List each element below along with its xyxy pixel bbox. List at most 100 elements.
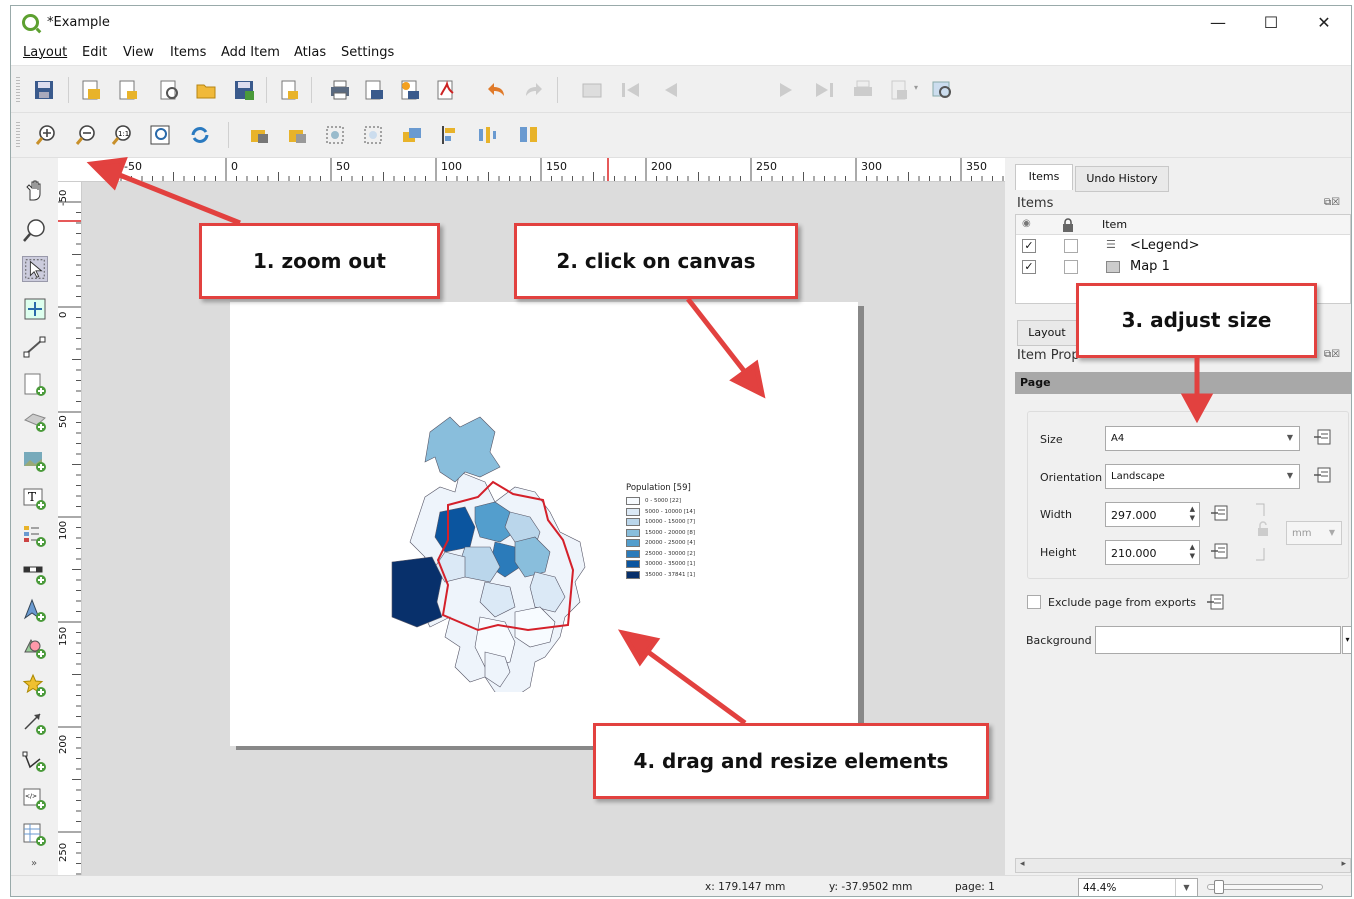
zoom-combo[interactable]: 44.4% ▼ bbox=[1078, 878, 1198, 896]
data-defined-override-icon[interactable] bbox=[1209, 542, 1233, 562]
tab-items[interactable]: Items bbox=[1015, 164, 1073, 190]
add-north-arrow-icon[interactable] bbox=[22, 598, 48, 624]
duplicate-layout-icon[interactable] bbox=[117, 79, 139, 101]
menu-layout[interactable]: Layout bbox=[23, 45, 67, 60]
new-layout-icon[interactable] bbox=[80, 79, 102, 101]
pan-icon[interactable] bbox=[22, 178, 48, 204]
add-polyline-icon[interactable] bbox=[22, 748, 48, 774]
add-scalebar-icon[interactable] bbox=[22, 561, 48, 587]
export-pdf-icon[interactable] bbox=[435, 79, 457, 101]
map-legend[interactable]: Population [59] 0 - 5000 [22] 5000 - 1000… bbox=[626, 483, 736, 580]
atlas-settings-icon[interactable] bbox=[931, 79, 953, 101]
print-atlas-icon[interactable] bbox=[852, 79, 874, 101]
minimize-button[interactable]: — bbox=[1206, 12, 1230, 34]
layout-page[interactable]: Population [59] 0 - 5000 [22] 5000 - 1000… bbox=[230, 302, 858, 746]
zoom-out-icon[interactable] bbox=[75, 124, 97, 146]
chevron-down-icon[interactable]: ▾ bbox=[1342, 626, 1351, 654]
atlas-preview-icon[interactable] bbox=[581, 79, 603, 101]
maximize-button[interactable]: ☐ bbox=[1259, 12, 1283, 34]
legend-lock-checkbox[interactable] bbox=[1064, 239, 1078, 253]
save-icon[interactable] bbox=[33, 79, 55, 101]
zoom-actual-icon[interactable]: 1:1 bbox=[111, 124, 133, 146]
add-legend-icon[interactable] bbox=[22, 523, 48, 549]
refresh-icon[interactable] bbox=[189, 124, 211, 146]
more-tools-icon[interactable]: » bbox=[31, 858, 37, 869]
move-content-icon[interactable] bbox=[22, 296, 48, 322]
select-move-icon[interactable] bbox=[22, 256, 48, 282]
width-spinbox[interactable]: 297.000 ▲ ▼ bbox=[1105, 502, 1200, 527]
first-feature-icon[interactable] bbox=[619, 79, 641, 101]
ungroup-items-icon[interactable] bbox=[362, 124, 384, 146]
add-3d-map-icon[interactable] bbox=[22, 408, 48, 434]
print-icon[interactable] bbox=[329, 79, 351, 101]
export-svg-icon[interactable] bbox=[399, 79, 421, 101]
group-items-icon[interactable] bbox=[324, 124, 346, 146]
map-lock-checkbox[interactable] bbox=[1064, 260, 1078, 274]
open-template-icon[interactable] bbox=[195, 79, 217, 101]
size-combo[interactable]: A4 ▼ bbox=[1105, 426, 1300, 451]
orientation-combo[interactable]: Landscape ▼ bbox=[1105, 464, 1300, 489]
resize-items-icon[interactable] bbox=[518, 124, 540, 146]
page-setup-icon[interactable] bbox=[278, 79, 300, 101]
lock-items-icon[interactable] bbox=[249, 124, 271, 146]
menu-settings[interactable]: Settings bbox=[341, 45, 394, 60]
menu-add-item[interactable]: Add Item bbox=[221, 45, 280, 60]
redo-icon[interactable] bbox=[522, 79, 544, 101]
export-atlas-dropdown-icon[interactable]: ▾ bbox=[914, 83, 918, 92]
menu-edit[interactable]: Edit bbox=[82, 45, 107, 60]
tab-layout[interactable]: Layout bbox=[1017, 320, 1077, 346]
save-template-icon[interactable] bbox=[233, 79, 255, 101]
edit-nodes-icon[interactable] bbox=[22, 334, 48, 360]
background-color-button[interactable] bbox=[1095, 626, 1341, 654]
zoom-slider-handle[interactable] bbox=[1214, 880, 1224, 894]
data-defined-override-icon[interactable] bbox=[1312, 428, 1336, 448]
data-defined-override-icon[interactable] bbox=[1312, 466, 1336, 486]
previous-feature-icon[interactable] bbox=[659, 79, 681, 101]
zoom-in-icon[interactable] bbox=[35, 124, 57, 146]
scroll-right-icon[interactable]: ▸ bbox=[1341, 859, 1346, 869]
item-map-1[interactable]: Map 1 bbox=[1130, 259, 1170, 274]
item-legend[interactable]: <Legend> bbox=[1130, 238, 1200, 253]
zoom-full-icon[interactable] bbox=[149, 124, 171, 146]
lock-aspect-ratio-icon[interactable] bbox=[1254, 502, 1272, 562]
legend-visible-checkbox[interactable]: ✓ bbox=[1022, 239, 1036, 253]
menu-view[interactable]: View bbox=[123, 45, 154, 60]
add-arrow-icon[interactable] bbox=[22, 711, 48, 737]
add-label-icon[interactable]: T bbox=[22, 486, 48, 512]
scroll-left-icon[interactable]: ◂ bbox=[1020, 859, 1025, 869]
last-feature-icon[interactable] bbox=[814, 79, 836, 101]
add-attribute-table-icon[interactable] bbox=[22, 822, 48, 848]
add-map-icon[interactable] bbox=[22, 372, 48, 398]
float-close-icon[interactable]: ⧉☒ bbox=[1324, 349, 1340, 360]
horizontal-scrollbar[interactable]: ◂ ▸ bbox=[1015, 858, 1351, 873]
map-item[interactable] bbox=[385, 402, 625, 692]
add-shape-icon[interactable] bbox=[22, 635, 48, 661]
export-atlas-icon[interactable] bbox=[889, 79, 911, 101]
menu-items[interactable]: Items bbox=[170, 45, 206, 60]
spin-arrows-icon[interactable]: ▲ ▼ bbox=[1190, 505, 1195, 523]
unit-combo[interactable]: mm ▼ bbox=[1286, 521, 1342, 545]
menu-atlas[interactable]: Atlas bbox=[294, 45, 326, 60]
next-feature-icon[interactable] bbox=[776, 79, 798, 101]
spin-arrows-icon[interactable]: ▲ ▼ bbox=[1190, 543, 1195, 561]
height-spinbox[interactable]: 210.000 ▲ ▼ bbox=[1105, 540, 1200, 565]
unlock-items-icon[interactable] bbox=[287, 124, 309, 146]
add-picture-icon[interactable] bbox=[22, 448, 48, 474]
close-button[interactable]: ✕ bbox=[1312, 12, 1336, 34]
add-marker-icon[interactable] bbox=[22, 673, 48, 699]
add-html-icon[interactable]: </> bbox=[22, 786, 48, 812]
undo-icon[interactable] bbox=[486, 79, 508, 101]
distribute-items-icon[interactable] bbox=[476, 124, 498, 146]
data-defined-override-icon[interactable] bbox=[1209, 504, 1233, 524]
raise-items-icon[interactable] bbox=[401, 124, 423, 146]
layout-manager-icon[interactable] bbox=[158, 79, 180, 101]
zoom-slider[interactable] bbox=[1207, 880, 1323, 894]
zoom-tool-icon[interactable] bbox=[22, 218, 48, 244]
export-image-icon[interactable] bbox=[363, 79, 385, 101]
data-defined-override-icon[interactable] bbox=[1205, 593, 1229, 613]
float-close-icon[interactable]: ⧉☒ bbox=[1324, 197, 1340, 208]
exclude-page-checkbox[interactable] bbox=[1027, 595, 1041, 609]
chevron-down-icon[interactable]: ▼ bbox=[1175, 879, 1197, 896]
align-items-icon[interactable] bbox=[439, 124, 461, 146]
map-visible-checkbox[interactable]: ✓ bbox=[1022, 260, 1036, 274]
